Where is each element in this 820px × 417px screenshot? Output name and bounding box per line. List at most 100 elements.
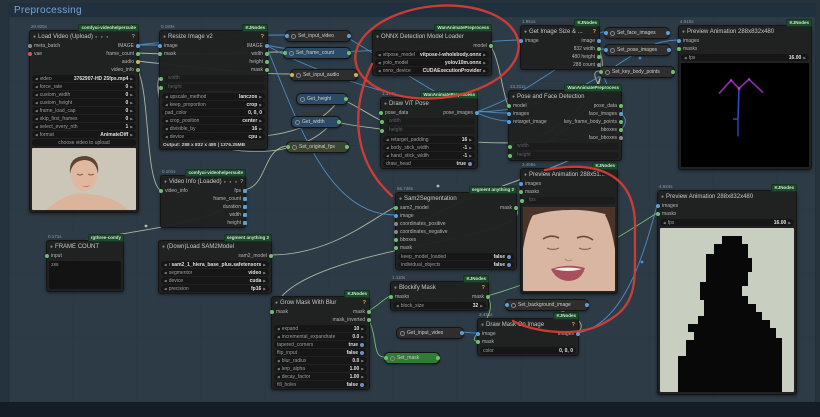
input-dot-icon[interactable]: [519, 190, 523, 194]
collapse-toggle-icon[interactable]: ●: [524, 172, 527, 178]
widget-onnx_device[interactable]: ◀onnx_deviceCUDAExecutionProvider▶: [375, 67, 489, 74]
stepper-left-icon[interactable]: ◀: [378, 61, 381, 65]
node-title-bar[interactable]: ●Preview Animation 288x832x480: [679, 26, 811, 37]
widget-tapered_corners[interactable]: tapered_cornerstrue: [274, 341, 367, 348]
input-dot-icon[interactable]: [158, 52, 162, 56]
input-port-mask[interactable]: mask: [397, 245, 412, 251]
widget-frame_load_cap[interactable]: ◀frame_load_cap0▶: [32, 107, 136, 114]
output-port-sam2_model[interactable]: sam2_model: [238, 253, 270, 259]
output-port-480 height[interactable]: 480 height: [572, 54, 598, 60]
output-port-832 width[interactable]: 832 width: [574, 46, 598, 52]
stepper-right-icon[interactable]: ▶: [361, 359, 364, 363]
output-port-IMAGE[interactable]: IMAGE: [247, 43, 266, 49]
input-dot-icon[interactable]: [285, 34, 289, 38]
widget-fill_holes[interactable]: fill_holesfalse: [274, 381, 367, 388]
output-dot-icon[interactable]: [243, 221, 247, 225]
output-port-bboxes[interactable]: bboxes: [601, 127, 620, 133]
input-port-retarget_image[interactable]: retarget_image: [510, 119, 547, 125]
input-dot-icon[interactable]: [677, 39, 681, 43]
output-dot-icon[interactable]: [489, 44, 493, 48]
widget-video[interactable]: ◀video3762907-HD 25fps.mp4▶: [32, 75, 136, 82]
collapsed-node-set_original_fps[interactable]: Set_original_fps: [286, 141, 349, 153]
input-dot-icon[interactable]: [28, 44, 32, 48]
widget-hand_stick_width[interactable]: ◀hand_stick_width-1▶: [383, 152, 475, 159]
input-dot-icon[interactable]: [519, 39, 523, 43]
collapsed-node-get_input_video[interactable]: Get_input_video: [396, 327, 464, 339]
collapsed-node-get_height[interactable]: Get_height: [296, 93, 348, 105]
widget-input-width[interactable]: width: [381, 117, 477, 126]
collapse-toggle-icon[interactable]: ●: [524, 29, 527, 35]
collapsed-node-set_frame_count[interactable]: Set_frame_count: [283, 47, 351, 59]
node-graph-canvas[interactable]: Preprocessing: [0, 0, 820, 417]
collapse-toggle-icon[interactable]: ●: [162, 244, 165, 250]
output-dot-icon[interactable]: [243, 189, 247, 193]
output-dot-icon[interactable]: [243, 205, 247, 209]
output-port-mask[interactable]: mask: [251, 67, 266, 73]
stepper-left-icon[interactable]: ◀: [663, 221, 666, 225]
node-title-bar[interactable]: ●Draw Mask On Image?: [478, 319, 578, 330]
output-dot-icon[interactable]: [367, 318, 371, 322]
output-port-IMAGE[interactable]: IMAGE: [118, 43, 137, 49]
stepper-left-icon[interactable]: ◀: [378, 69, 381, 73]
toggle-knob-icon[interactable]: [507, 263, 511, 267]
output-port-frame_count[interactable]: frame_count: [106, 51, 137, 57]
input-port-mask[interactable]: mask: [273, 309, 288, 315]
stepper-right-icon[interactable]: ▶: [130, 125, 133, 129]
widget-model[interactable]: ◀modelsam2_1_hiera_base_plus.safetensors…: [161, 261, 269, 268]
collapse-toggle-icon[interactable]: [605, 70, 610, 75]
node-title-bar[interactable]: ●(Down)Load SAM2Model: [159, 241, 271, 252]
stepper-right-icon[interactable]: ▶: [259, 103, 262, 107]
input-dot-icon[interactable]: [604, 31, 608, 35]
stepper-left-icon[interactable]: ◀: [165, 135, 168, 139]
widget-vitpose_model[interactable]: ◀vitpose_modelvitpose-l-wholebody.onnx▶: [375, 51, 489, 58]
widget-draw_head[interactable]: draw_headtrue: [383, 160, 475, 167]
input-dot-icon[interactable]: [604, 48, 608, 52]
widget-keep_proportion[interactable]: ◀keep_proportioncrop▶: [162, 101, 265, 108]
stepper-left-icon[interactable]: ◀: [35, 109, 38, 113]
output-dot-icon[interactable]: [597, 47, 601, 51]
stepper-left-icon[interactable]: ◀: [164, 279, 167, 283]
widget-input-fps[interactable]: fps: [521, 196, 617, 205]
input-port-masks[interactable]: masks: [522, 189, 539, 195]
input-dot-icon[interactable]: [290, 73, 294, 77]
input-port-masks[interactable]: masks: [392, 294, 409, 300]
collapsed-node-set_mask[interactable]: Set_mask: [384, 352, 440, 364]
collapsed-node-set_face_images[interactable]: Set_face_images: [604, 27, 670, 39]
stepper-left-icon[interactable]: ◀: [386, 138, 389, 142]
collapsed-node-get_width[interactable]: Get_width: [291, 116, 341, 128]
input-dot-icon[interactable]: [520, 199, 524, 203]
widget-custom_height[interactable]: ◀custom_height0▶: [32, 99, 136, 106]
output-port-frame_count[interactable]: frame_count: [213, 196, 244, 202]
stepper-left-icon[interactable]: ◀: [35, 117, 38, 121]
stepper-left-icon[interactable]: ◀: [386, 146, 389, 150]
stepper-right-icon[interactable]: ▶: [469, 146, 472, 150]
output-port-height[interactable]: height: [227, 220, 244, 226]
stepper-right-icon[interactable]: ▶: [361, 367, 364, 371]
output-port-face_images[interactable]: face_images: [589, 111, 620, 117]
collapse-toggle-icon[interactable]: [295, 120, 300, 125]
node-title-bar[interactable]: ●Pose and Face Detection: [509, 91, 621, 102]
stepper-right-icon[interactable]: ▶: [130, 117, 133, 121]
output-dot-icon[interactable]: [136, 60, 140, 64]
output-port-image[interactable]: image: [581, 38, 598, 44]
stepper-right-icon[interactable]: ▶: [803, 56, 806, 60]
input-port-images[interactable]: images: [510, 111, 529, 117]
stepper-right-icon[interactable]: ▶: [130, 101, 133, 105]
collapse-toggle-icon[interactable]: ●: [394, 285, 397, 291]
stepper-right-icon[interactable]: ▶: [130, 109, 133, 113]
widget-crop_position[interactable]: ◀crop_positioncenter▶: [162, 117, 265, 124]
output-dot-icon[interactable]: [597, 55, 601, 59]
node-blockify-mask[interactable]: 1.110sKJNodes●Blockify Mask?masksmask◀bl…: [390, 281, 489, 311]
output-port-duration[interactable]: duration: [223, 204, 244, 210]
input-dot-icon[interactable]: [159, 189, 163, 193]
node-resize-image[interactable]: 0.183sKJNodes●Resize Image v2?imageIMAGE…: [159, 30, 268, 150]
collapse-toggle-icon[interactable]: [289, 51, 294, 56]
output-dot-icon[interactable]: [344, 97, 348, 101]
input-dot-icon[interactable]: [505, 303, 509, 307]
stepper-left-icon[interactable]: ◀: [164, 263, 167, 267]
output-dot-icon[interactable]: [136, 44, 140, 48]
input-dot-icon[interactable]: [159, 86, 163, 90]
stepper-left-icon[interactable]: ◀: [277, 359, 280, 363]
input-port-coordinates_negative[interactable]: coordinates_negative: [397, 229, 448, 235]
input-dot-icon[interactable]: [384, 356, 388, 360]
